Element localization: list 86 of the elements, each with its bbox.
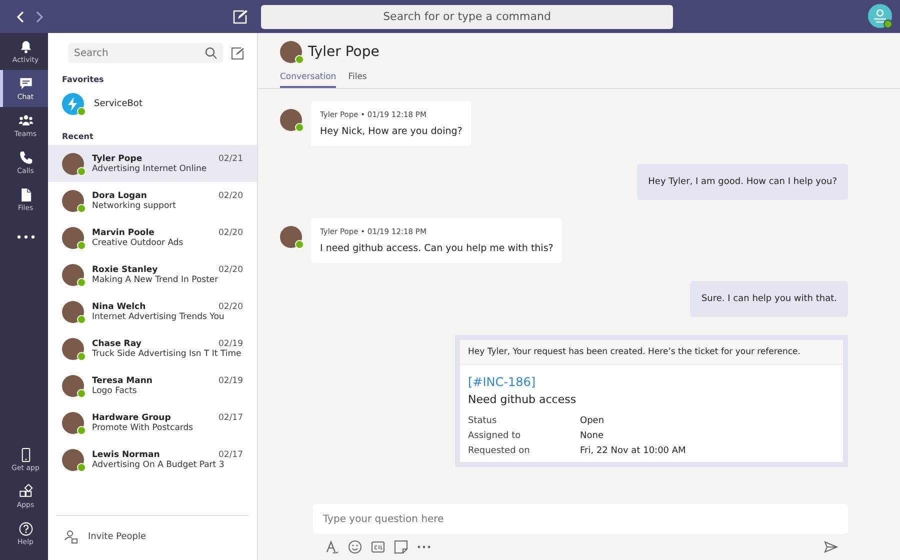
field-value: Open — [580, 416, 606, 426]
help-icon — [18, 521, 34, 537]
contact-name: Lewis Norman — [92, 450, 160, 460]
chat-list-item[interactable]: Tyler Pope 02/21 Advertising Internet Online — [48, 145, 257, 182]
chat-list-item[interactable]: Dora Logan 02/20 Networking support — [48, 182, 257, 219]
message-preview: Making A New Trend In Poster — [92, 274, 220, 284]
message-preview: Internet Advertising Trends You — [92, 312, 226, 322]
contact-name: Nina Welch — [92, 302, 146, 312]
send-icon[interactable] — [824, 541, 838, 553]
message-preview: Creative Outdoor Ads — [92, 238, 184, 248]
ticket-link[interactable]: [#INC-186] — [468, 375, 835, 389]
avatar — [62, 338, 84, 360]
message-bubble: Sure. I can help you with that. — [690, 281, 848, 317]
message-preview: Logo Facts — [92, 386, 138, 396]
chat-date: 02/20 — [218, 264, 243, 274]
contact-name: Dora Logan — [92, 190, 147, 200]
field-value: None — [580, 431, 604, 441]
avatar — [280, 109, 302, 131]
message-input-field[interactable]: Type your question here — [313, 504, 848, 534]
chat-list-item[interactable]: Chase Ray 02/19 Truck Side Advertising Isn T It Time — [48, 330, 257, 367]
avatar — [62, 152, 84, 174]
chat-list-item[interactable]: Teresa Mann 02/19 Logo Facts — [48, 367, 257, 404]
command-search-field[interactable]: Search for or type a command — [261, 4, 673, 28]
message-text: Hey Nick, How are you doing? — [320, 126, 462, 137]
contact-name: Teresa Mann — [92, 376, 152, 386]
chat-list-item[interactable]: Marvin Poole 02/20 Creative Outdoor Ads — [48, 219, 257, 256]
contact-name: Marvin Poole — [92, 228, 154, 238]
field-value: Fri, 22 Nov at 10:00 AM — [580, 446, 687, 456]
chat-date: 02/20 — [218, 302, 243, 312]
tab[interactable]: Files — [348, 69, 367, 88]
ticket-title: Need github access — [468, 393, 578, 406]
contact-name: Hardware Group — [92, 412, 171, 422]
message-preview: Promote With Postcards — [92, 422, 194, 432]
field-label: Status — [468, 416, 498, 426]
message-text: I need github access. Can you help me with this? — [320, 243, 554, 254]
lightning-icon — [67, 97, 79, 111]
gif-icon[interactable] — [371, 540, 385, 554]
message-bubble: Hey Tyler, I am good. How can I help you? — [637, 164, 848, 200]
field-label: Requested on — [468, 446, 531, 456]
avatar — [62, 374, 84, 396]
contact-name: Tyler Pope — [92, 154, 142, 164]
card-message: Hey Tyler, Your request has been created. Here’s the ticket for your reference. — [460, 340, 843, 365]
contact-name: Chase Ray — [92, 338, 142, 348]
chat-date: 02/20 — [218, 228, 243, 238]
chat-date: 02/17 — [218, 450, 243, 460]
apps-icon — [18, 484, 34, 500]
user-avatar-icon[interactable] — [868, 4, 894, 30]
search-field[interactable]: Search — [68, 43, 223, 63]
message-preview: Advertising On A Budget Part 3 — [92, 460, 226, 470]
phone-icon — [18, 150, 34, 166]
chat-date: 02/20 — [218, 190, 243, 200]
chat-date: 02/19 — [218, 376, 243, 386]
message-preview: Truck Side Advertising Isn T It Time — [92, 348, 242, 358]
chat-list-item[interactable]: Hardware Group 02/17 Promote With Postcards — [48, 404, 257, 441]
ellipsis-icon — [16, 234, 34, 238]
contact-name: Roxie Stanley — [92, 264, 158, 274]
avatar — [62, 300, 84, 322]
emoji-icon[interactable] — [348, 540, 362, 554]
person-icon — [64, 530, 78, 544]
tab[interactable]: Conversation — [280, 69, 336, 88]
section-label: Recent — [61, 131, 94, 143]
chat-icon — [18, 76, 34, 92]
chat-list-item[interactable]: Roxie Stanley 02/20 Making A New Trend In Poster — [48, 256, 257, 293]
section-label: Favorites — [61, 74, 105, 86]
avatar — [62, 226, 84, 248]
avatar — [62, 264, 84, 286]
chat-date: 02/21 — [218, 154, 243, 164]
avatar — [62, 412, 84, 434]
sticker-icon[interactable] — [394, 540, 408, 554]
chat-list-item[interactable]: Nina Welch 02/20 Internet Advertising Trends You — [48, 293, 257, 330]
avatar — [280, 41, 302, 63]
message-preview: Networking support — [92, 200, 177, 210]
chat-list-item[interactable]: Lewis Norman 02/17 Advertising On A Budget Part 3 — [48, 441, 257, 478]
avatar — [62, 448, 84, 470]
search-icon[interactable] — [205, 47, 217, 59]
conversation-title: Tyler Pope — [308, 44, 380, 60]
chat-date: 02/19 — [218, 338, 243, 348]
format-icon[interactable] — [325, 540, 339, 554]
avatar — [280, 226, 302, 248]
avatar — [62, 190, 84, 212]
field-label: Assigned to — [468, 431, 522, 441]
compose-icon[interactable] — [231, 46, 244, 60]
chat-list-item[interactable]: ServiceBot — [48, 88, 257, 126]
message-preview: Advertising Internet Online — [92, 164, 208, 174]
invite-people-link[interactable]: Invite People — [56, 515, 249, 560]
chat-date: 02/17 — [218, 412, 243, 422]
